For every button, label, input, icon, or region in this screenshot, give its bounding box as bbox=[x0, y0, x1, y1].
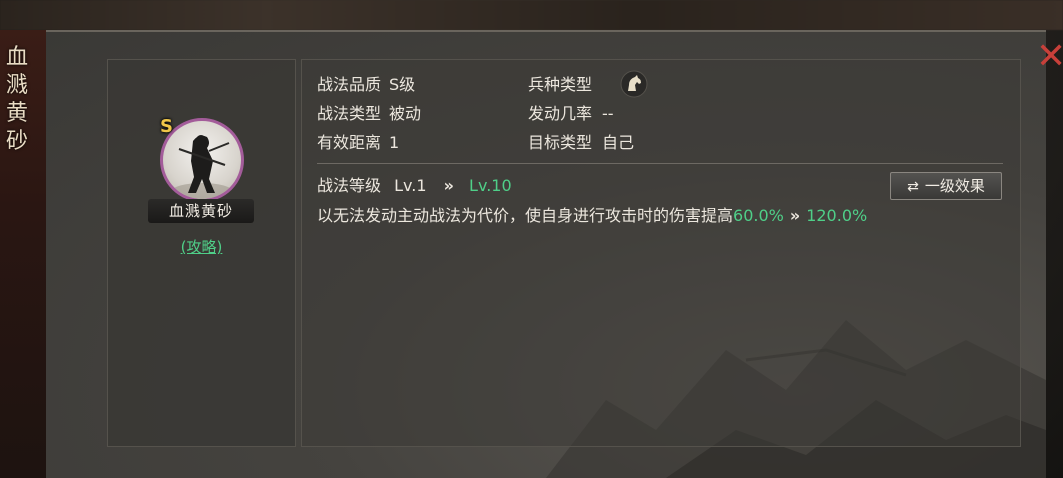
range-value: 1 bbox=[389, 133, 400, 152]
quality-row: 战法品质 S级 bbox=[317, 74, 415, 96]
panel-top-edge bbox=[46, 30, 1046, 32]
left-title-bar: 血 溅 黄 砂 bbox=[0, 30, 47, 478]
vertical-title-char: 砂 bbox=[5, 129, 28, 154]
skill-description: 以无法发动主动战法为代价，使自身进行攻击时的伤害提高60.0% » 120.0% bbox=[317, 205, 867, 227]
strategy-guide-link[interactable]: (攻略) bbox=[108, 236, 295, 257]
effect-button-label: 一级效果 bbox=[924, 177, 985, 195]
vertical-title: 血 溅 黄 砂 bbox=[4, 44, 30, 156]
description-value-to: 120.0% bbox=[806, 206, 868, 225]
trigger-value: -- bbox=[602, 104, 614, 123]
skill-info-card: 战法品质 S级 战法类型 被动 有效距离 1 兵种类型 发动几率 -- 目标类型 自己 战… bbox=[301, 59, 1021, 447]
skill-level-row: 战法等级 Lv.1 » Lv.10 bbox=[317, 175, 512, 197]
range-row: 有效距离 1 bbox=[317, 132, 399, 154]
description-value-from: 60.0% bbox=[733, 206, 784, 225]
warrior-silhouette-icon bbox=[172, 135, 232, 199]
level-arrow: » bbox=[443, 176, 454, 195]
vertical-title-char: 黄 bbox=[5, 101, 28, 126]
swap-icon: ⇄ bbox=[907, 179, 919, 195]
type-value: 被动 bbox=[389, 104, 422, 123]
close-button[interactable]: ✕ bbox=[1036, 39, 1063, 75]
quality-value: S级 bbox=[389, 75, 416, 94]
description-arrow: » bbox=[789, 206, 801, 225]
target-label: 目标类型 bbox=[528, 133, 593, 152]
top-background-strip bbox=[0, 0, 1063, 30]
quality-label: 战法品质 bbox=[317, 75, 382, 94]
skill-name-plate: 血溅黄砂 bbox=[148, 199, 254, 223]
trigger-label: 发动几率 bbox=[528, 104, 593, 123]
vertical-title-char: 血 bbox=[5, 45, 28, 70]
target-value: 自己 bbox=[602, 133, 635, 152]
skill-detail-screen: 血 溅 黄 砂 ✕ S 血溅黄砂 (攻略) 战法品质 S级 战法类型 被动 有效… bbox=[0, 0, 1063, 478]
vertical-title-char: 溅 bbox=[5, 73, 28, 98]
level-to: Lv.10 bbox=[469, 176, 512, 195]
level-label: 战法等级 bbox=[317, 176, 382, 195]
level-from: Lv.1 bbox=[394, 176, 427, 195]
troop-label: 兵种类型 bbox=[528, 75, 593, 94]
level-effect-toggle-button[interactable]: ⇄ 一级效果 bbox=[890, 172, 1002, 200]
type-row: 战法类型 被动 bbox=[317, 103, 421, 125]
trigger-row: 发动几率 -- bbox=[528, 103, 614, 125]
description-text: 以无法发动主动战法为代价，使自身进行攻击时的伤害提高 bbox=[317, 206, 734, 225]
type-label: 战法类型 bbox=[317, 104, 382, 123]
skill-icon-wrap: S bbox=[160, 116, 244, 202]
range-label: 有效距离 bbox=[317, 133, 382, 152]
target-row: 目标类型 自己 bbox=[528, 132, 634, 154]
section-divider bbox=[317, 163, 1003, 164]
troop-row: 兵种类型 bbox=[528, 74, 592, 96]
cavalry-horse-icon bbox=[620, 70, 648, 98]
grade-badge: S bbox=[160, 116, 173, 137]
skill-card: S 血溅黄砂 (攻略) bbox=[107, 59, 296, 447]
